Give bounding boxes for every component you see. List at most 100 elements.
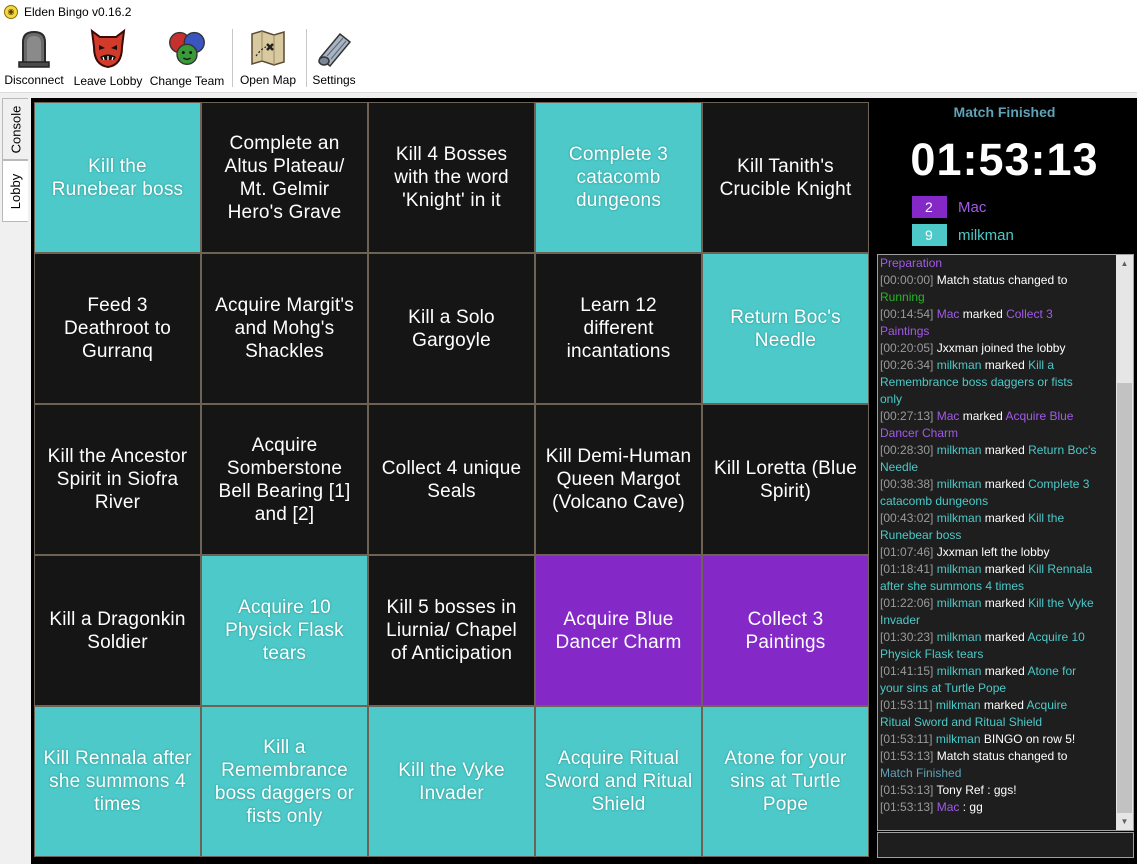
log-segment: Mac [933,409,960,423]
chat-input[interactable] [877,832,1134,858]
bingo-square[interactable]: Acquire Ritual Sword and Ritual Shield [535,706,702,857]
log-segment: Match status changed to [933,273,1068,287]
disconnect-button[interactable]: Disconnect [4,27,64,87]
log-segment: Kill the Vyke [1028,596,1094,610]
team-name: Mac [958,198,987,216]
toolbar-separator [232,29,233,87]
bingo-square[interactable]: Return Boc's Needle [702,253,869,404]
bingo-square[interactable]: Acquire Blue Dancer Charm [535,555,702,706]
log-segment: [01:53:13] [880,749,934,763]
team-name: milkman [958,226,1014,244]
log-segment: milkman [932,732,981,746]
log-segment: BINGO on row 5! [980,732,1076,746]
team-mac[interactable]: 2 Mac [912,196,986,218]
bingo-square[interactable]: Acquire Margit's and Mohg's Shackles [201,253,368,404]
log-segment: marked [980,698,1027,712]
bingo-square[interactable]: Kill Loretta (Blue Spirit) [702,404,869,555]
log-line: [01:30:23] milkman marked Acquire 10 [879,629,1116,646]
window-title: Elden Bingo v0.16.2 [24,4,132,19]
bingo-square[interactable]: Kill the Runebear boss [34,102,201,253]
log-segment: [00:28:30] [880,443,934,457]
bingo-board: Kill the Runebear boss Complete an Altus … [31,98,872,864]
log-segment: [01:22:06] [880,596,934,610]
bingo-square[interactable]: Kill a Solo Gargoyle [368,253,535,404]
bingo-square[interactable]: Acquire Somberstone Bell Bearing [1] and… [201,404,368,555]
log-segment: Preparation [880,256,943,270]
log-line: [00:27:13] Mac marked Acquire Blue [879,408,1116,425]
log-segment: marked [981,511,1029,525]
scroll-up-icon[interactable]: ▲ [1116,255,1133,272]
log-line: Preparation [879,255,1116,272]
log-segment: [01:30:23] [880,630,934,644]
tab-console[interactable]: Console [2,98,28,160]
log-segment: : gg [959,800,983,814]
bingo-square[interactable]: Kill the Vyke Invader [368,706,535,857]
log-segment: Kill a [1028,358,1055,372]
log-segment: Return Boc's [1028,443,1097,457]
log-segment: milkman [933,443,982,457]
log-segment: Invader [880,613,921,627]
log-segment: Mac [933,307,960,321]
log-line: Remembrance boss daggers or fists [879,374,1116,391]
bingo-square[interactable]: Kill 5 bosses in Liurnia/ Chapel of Anti… [368,555,535,706]
log-line: catacomb dungeons [879,493,1116,510]
log-segment: [00:00:00] [880,273,934,287]
log-segment: milkman [933,562,982,576]
bingo-square[interactable]: Collect 4 unique Seals [368,404,535,555]
log-line: only [879,391,1116,408]
log-segment: [00:43:02] [880,511,934,525]
scroll-down-icon[interactable]: ▼ [1116,813,1133,830]
bingo-square[interactable]: Atone for your sins at Turtle Pope [702,706,869,857]
log-segment: milkman [933,596,982,610]
team-score-badge: 2 [912,196,947,218]
bingo-grid: Kill the Runebear boss Complete an Altus … [34,102,869,857]
bingo-square[interactable]: Acquire 10 Physick Flask tears [201,555,368,706]
team-milkman[interactable]: 9 milkman [912,224,1014,246]
log-segment: marked [981,596,1029,610]
bingo-square[interactable]: Kill Tanith's Crucible Knight [702,102,869,253]
log-line: [01:22:06] milkman marked Kill the Vyke [879,595,1116,612]
log-line: [00:28:30] milkman marked Return Boc's [879,442,1116,459]
bingo-square[interactable]: Complete 3 catacomb dungeons [535,102,702,253]
log-segment: [01:53:13] [880,783,934,797]
match-status: Match Finished [953,104,1056,120]
leave-lobby-button[interactable]: Leave Lobby [74,27,142,88]
log-line: [01:53:11] milkman BINGO on row 5! [879,731,1116,748]
toolbar: Disconnect Leave Lobby Change Team Open … [0,23,1137,93]
log-line: Dancer Charm [879,425,1116,442]
tab-lobby[interactable]: Lobby [2,160,28,222]
open-map-button[interactable]: Open Map [238,27,298,87]
bingo-square[interactable]: Kill Rennala after she summons 4 times [34,706,201,857]
log-segment: Jxxman left the lobby [933,545,1050,559]
scroll-icon [314,27,354,68]
demon-mask-icon [88,27,128,69]
log-line: Running [879,289,1116,306]
log-segment: Collect 3 [1006,307,1053,321]
bingo-square[interactable]: Kill a Remembrance boss daggers or fists… [201,706,368,857]
settings-button[interactable]: Settings [310,27,358,87]
log-segment: Needle [880,460,919,474]
log-segment: catacomb dungeons [880,494,989,508]
log-segment: marked [959,409,1006,423]
log-line: after she summons 4 times [879,578,1116,595]
bingo-square[interactable]: Learn 12 different incantations [535,253,702,404]
log-segment: milkman [933,664,982,678]
log-segment: [00:14:54] [880,307,934,321]
log-segment: [00:38:38] [880,477,934,491]
event-log[interactable]: Preparation [00:00:00] Match status chang… [877,254,1134,831]
log-line: [00:14:54] Mac marked Collect 3 [879,306,1116,323]
bingo-square[interactable]: Kill 4 Bosses with the word 'Knight' in … [368,102,535,253]
bingo-square[interactable]: Kill Demi-Human Queen Margot (Volcano Ca… [535,404,702,555]
log-line: [01:07:46] Jxxman left the lobby [879,544,1116,561]
bingo-square[interactable]: Kill a Dragonkin Soldier [34,555,201,706]
log-segment: Acquire [1026,698,1068,712]
bingo-square[interactable]: Collect 3 Paintings [702,555,869,706]
log-scrollbar[interactable]: ▲ ▼ [1116,255,1133,830]
change-team-button[interactable]: Change Team [150,27,224,88]
bingo-square[interactable]: Complete an Altus Plateau/ Mt. Gelmir He… [201,102,368,253]
log-line: [01:53:13] Match status changed to [879,748,1116,765]
side-tabs: Console Lobby [0,96,30,864]
bingo-square[interactable]: Kill the Ancestor Spirit in Siofra River [34,404,201,555]
scrollbar-thumb[interactable] [1117,383,1132,813]
bingo-square[interactable]: Feed 3 Deathroot to Gurranq [34,253,201,404]
